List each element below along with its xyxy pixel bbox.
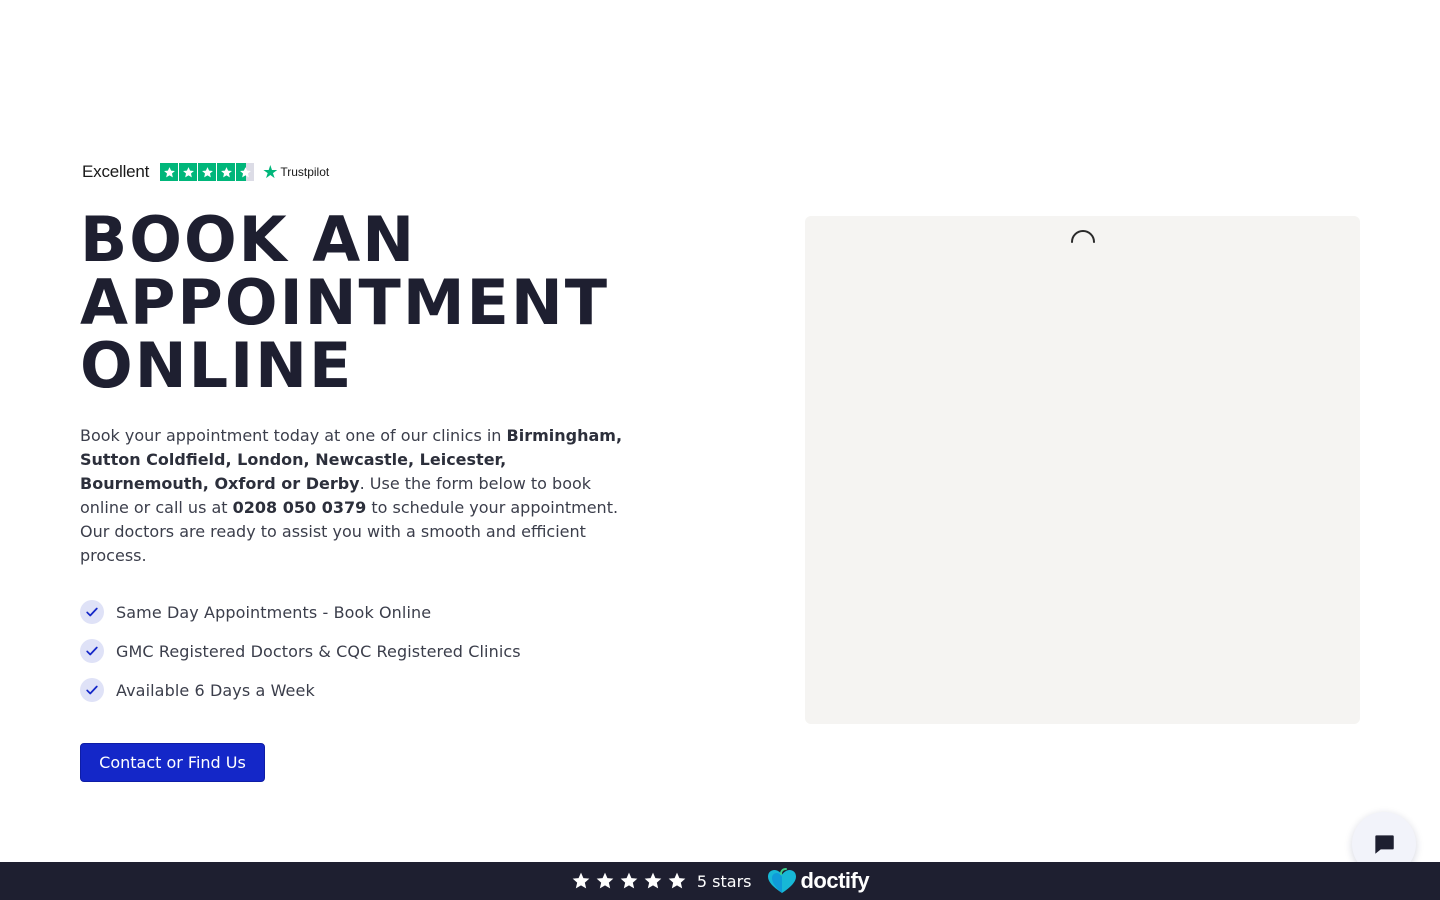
trustpilot-star-icon	[217, 163, 236, 181]
doctify-rating-bar: 5 stars doctify	[0, 862, 1440, 900]
trustpilot-star-icon	[179, 163, 198, 181]
check-icon	[80, 678, 104, 702]
loading-spinner-icon	[1071, 230, 1095, 243]
page-title-line: APPOINTMENT	[80, 266, 610, 339]
page-title-line: ONLINE	[80, 329, 354, 402]
check-icon	[80, 600, 104, 624]
intro-paragraph: Book your appointment today at one of ou…	[80, 424, 640, 568]
feature-item: GMC Registered Doctors & CQC Registered …	[80, 639, 521, 663]
page-title: BOOK AN APPOINTMENT ONLINE	[80, 208, 720, 397]
trustpilot-half-star-icon	[236, 163, 255, 181]
check-icon	[80, 639, 104, 663]
chat-bubble-icon	[1375, 835, 1394, 854]
feature-item: Same Day Appointments - Book Online	[80, 600, 521, 624]
star-icon	[644, 872, 662, 889]
doctify-brand-name: doctify	[800, 868, 870, 893]
intro-lead: Book your appointment today at one of ou…	[80, 426, 507, 445]
feature-item: Available 6 Days a Week	[80, 678, 521, 702]
doctify-stars	[571, 871, 687, 891]
phone-number[interactable]: 0208 050 0379	[233, 498, 367, 517]
booking-widget[interactable]	[805, 216, 1360, 724]
trustpilot-stars	[160, 163, 255, 181]
star-icon	[596, 872, 614, 889]
doctify-logo[interactable]: doctify	[767, 868, 870, 894]
contact-find-us-button[interactable]: Contact or Find Us	[80, 743, 265, 782]
trustpilot-brand-name: Trustpilot	[280, 165, 330, 179]
feature-label: Available 6 Days a Week	[116, 680, 315, 700]
feature-list: Same Day Appointments - Book Online GMC …	[80, 600, 521, 717]
trustpilot-logo-star-icon: ★	[262, 162, 279, 182]
trustpilot-rating[interactable]: Excellent ★ Trustpilot	[82, 160, 329, 184]
feature-label: Same Day Appointments - Book Online	[116, 602, 432, 622]
trustpilot-star-icon	[160, 163, 179, 181]
trustpilot-logo: ★ Trustpilot	[262, 163, 329, 181]
star-icon	[620, 872, 638, 889]
trustpilot-rating-word: Excellent	[82, 162, 150, 181]
trustpilot-star-icon	[198, 163, 217, 181]
doctify-heart-icon	[768, 868, 797, 893]
doctify-rating-text: 5 stars	[696, 871, 752, 891]
star-icon	[668, 872, 686, 889]
star-icon	[572, 872, 590, 889]
page-title-line: BOOK AN	[80, 203, 417, 276]
feature-label: GMC Registered Doctors & CQC Registered …	[116, 641, 521, 661]
